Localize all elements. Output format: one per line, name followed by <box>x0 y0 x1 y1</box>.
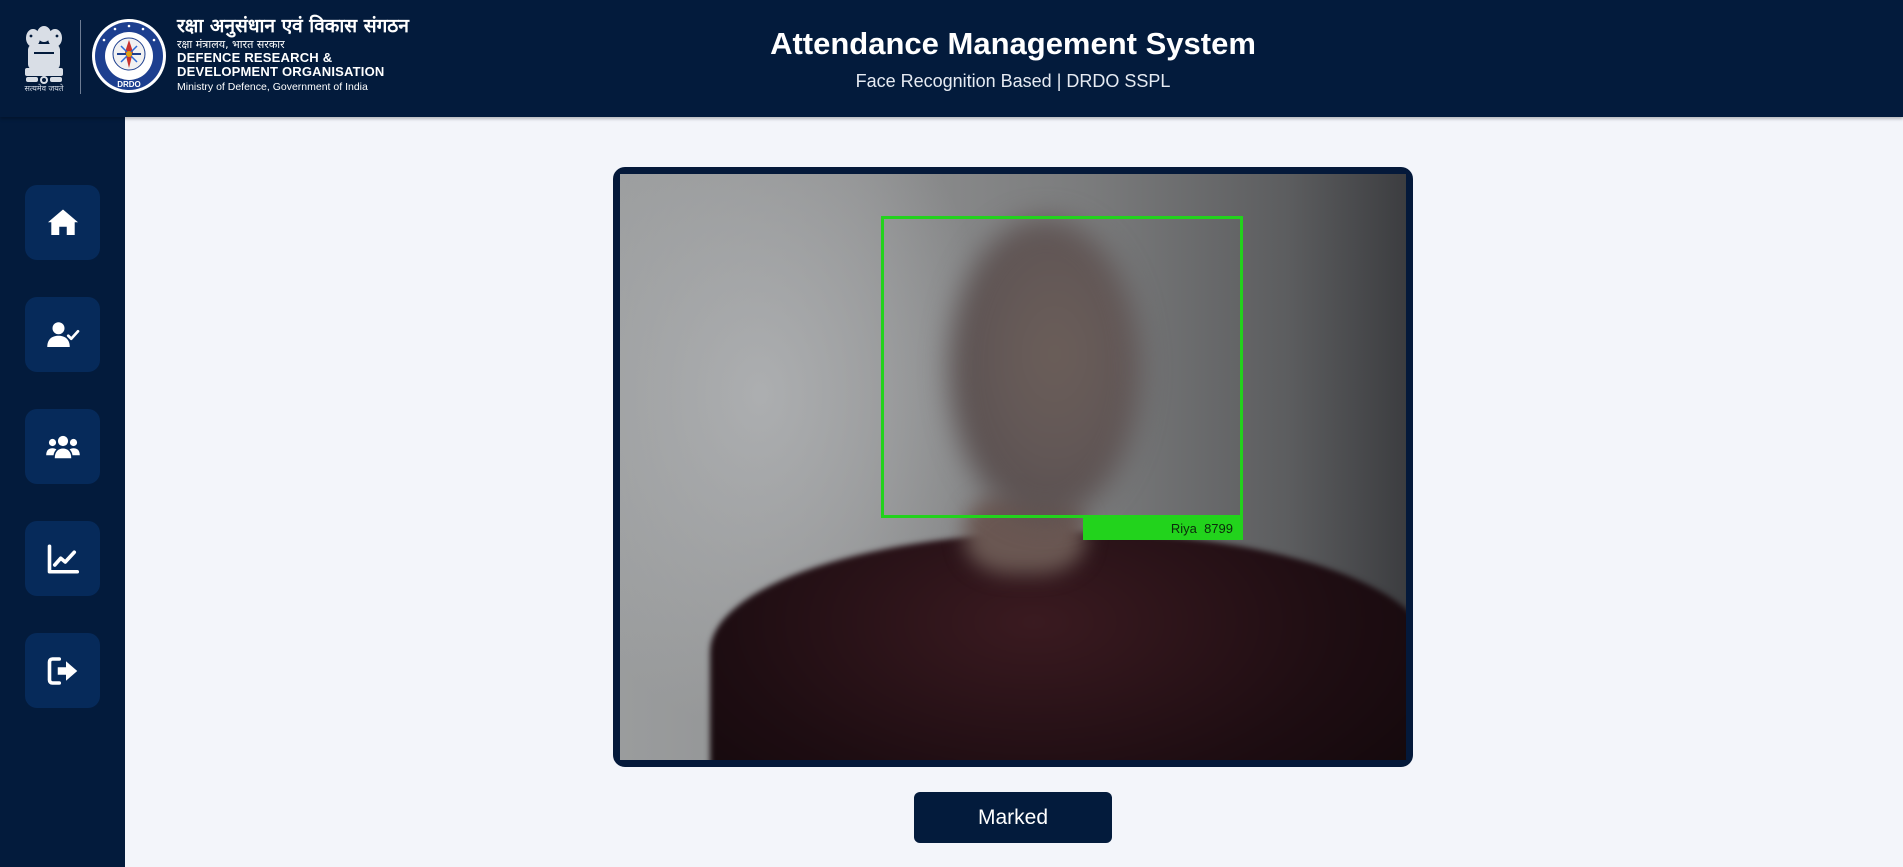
app-header: सत्यमेव जयते DRDO रक्षा अनुसंधान एवं विक… <box>0 0 1903 117</box>
sidebar-item-logout[interactable] <box>25 633 100 708</box>
users-icon <box>45 435 80 458</box>
sidebar-item-users[interactable] <box>25 409 100 484</box>
attendance-status-button[interactable]: Marked <box>914 792 1112 843</box>
camera-feed: Riya 8799 <box>620 174 1406 760</box>
home-icon <box>47 209 78 235</box>
face-detection-box <box>881 216 1243 518</box>
chart-line-icon <box>47 543 79 574</box>
page-title: Attendance Management System <box>770 26 1256 61</box>
face-detection-label: Riya 8799 <box>1083 517 1243 540</box>
sidebar-item-home[interactable] <box>25 185 100 260</box>
user-check-icon <box>46 321 79 347</box>
logout-icon <box>47 656 77 685</box>
sidebar-item-mark-attendance[interactable] <box>25 297 100 372</box>
camera-frame: Riya 8799 <box>613 167 1413 767</box>
sidebar-item-reports[interactable] <box>25 521 100 596</box>
sidebar <box>0 117 125 867</box>
page-subtitle: Face Recognition Based | DRDO SSPL <box>855 71 1171 91</box>
